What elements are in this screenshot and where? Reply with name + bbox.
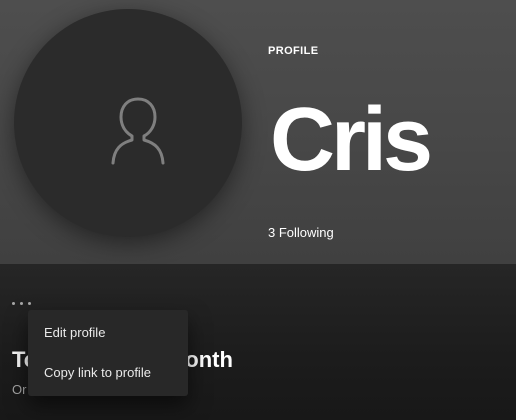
- profile-name: Cris: [270, 90, 433, 190]
- more-options-icon: [28, 301, 31, 305]
- more-options-icon: [12, 301, 15, 305]
- profile-type-label: PROFILE: [268, 45, 319, 57]
- section-subtitle: Or: [12, 382, 27, 397]
- section-title-end: onth: [185, 347, 233, 372]
- avatar[interactable]: [14, 9, 242, 237]
- menu-item-edit-profile[interactable]: Edit profile: [28, 315, 188, 351]
- following-count[interactable]: 3 Following: [268, 225, 334, 240]
- profile-header: PROFILE Cris 3 Following: [0, 0, 516, 264]
- context-menu: Edit profile Copy link to profile: [28, 310, 188, 396]
- user-silhouette-icon: [111, 97, 165, 165]
- menu-item-copy-link[interactable]: Copy link to profile: [28, 355, 188, 391]
- more-options-icon: [20, 301, 23, 305]
- profile-page: PROFILE Cris 3 Following To onth Or Edit …: [0, 0, 516, 420]
